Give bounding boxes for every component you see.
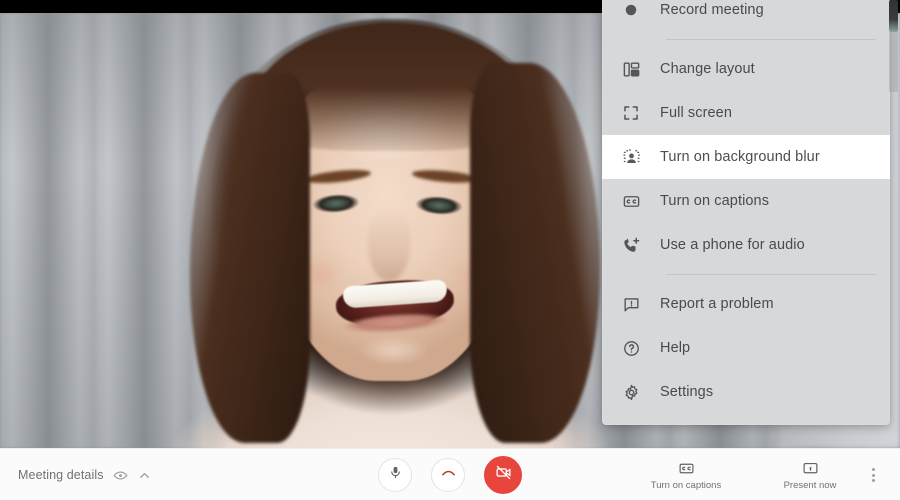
feedback-icon <box>620 293 642 315</box>
menu-item-label: Use a phone for audio <box>660 237 805 253</box>
bottom-control-bar: Meeting details Turn on captions Present… <box>0 448 900 500</box>
background-blur-icon <box>620 146 642 168</box>
participant-video-feed <box>150 13 630 448</box>
scrollbar-track[interactable] <box>889 32 898 92</box>
closed-captions-icon <box>620 190 642 212</box>
participant-hair-left <box>190 73 310 443</box>
menu-item-report-a-problem[interactable]: Report a problem <box>602 282 890 326</box>
tool-label: Turn on captions <box>650 480 722 491</box>
meeting-tools-group: Turn on captions Present now <box>642 449 854 500</box>
menu-item-help[interactable]: Help <box>602 326 890 370</box>
hang-up-button[interactable] <box>431 458 465 492</box>
microphone-button[interactable] <box>378 458 412 492</box>
present-now-button[interactable]: Present now <box>766 459 854 491</box>
menu-item-label: Turn on background blur <box>660 149 820 165</box>
closed-captions-icon <box>677 459 695 477</box>
menu-item-label: Settings <box>660 384 714 400</box>
menu-item-settings[interactable]: Settings <box>602 370 890 414</box>
participant-hair-right <box>470 63 600 443</box>
menu-item-change-layout[interactable]: Change layout <box>602 47 890 91</box>
camera-off-icon <box>495 464 512 486</box>
menu-separator <box>666 274 876 275</box>
menu-item-full-screen[interactable]: Full screen <box>602 91 890 135</box>
fullscreen-icon <box>620 102 642 124</box>
menu-item-label: Turn on captions <box>660 193 770 209</box>
menu-item-label: Change layout <box>660 61 755 77</box>
phone-add-icon <box>620 234 642 256</box>
menu-item-label: Help <box>660 340 691 356</box>
more-options-menu[interactable]: Record meeting Change layout Full screen <box>602 0 890 425</box>
menu-item-turn-on-captions[interactable]: Turn on captions <box>602 179 890 223</box>
layout-icon <box>620 58 642 80</box>
turn-on-captions-button[interactable]: Turn on captions <box>642 459 730 491</box>
microphone-icon <box>388 465 403 485</box>
menu-item-label: Full screen <box>660 105 733 121</box>
camera-toggle-button[interactable] <box>484 456 522 494</box>
more-vertical-icon <box>871 468 875 482</box>
participant-nose <box>368 209 410 281</box>
menu-item-label: Record meeting <box>660 2 764 18</box>
menu-separator <box>666 39 876 40</box>
scrollbar-thumb[interactable] <box>889 0 898 32</box>
menu-item-background-blur[interactable]: Turn on background blur <box>602 135 890 179</box>
participant-chin-highlight <box>346 335 442 375</box>
menu-item-record-meeting[interactable]: Record meeting <box>602 0 890 32</box>
record-dot-icon <box>620 0 642 21</box>
gear-icon <box>620 381 642 403</box>
more-options-button[interactable] <box>860 449 886 500</box>
call-end-icon <box>440 464 457 486</box>
menu-item-use-phone-for-audio[interactable]: Use a phone for audio <box>602 223 890 267</box>
menu-item-label: Report a problem <box>660 296 774 312</box>
help-circle-icon <box>620 337 642 359</box>
tool-label: Present now <box>783 480 837 491</box>
meet-video-call-screen: Record meeting Change layout Full screen <box>0 0 900 500</box>
present-screen-icon <box>801 459 819 477</box>
